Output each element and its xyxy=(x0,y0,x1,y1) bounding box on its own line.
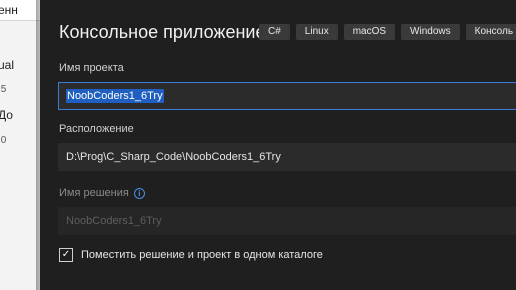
same-directory-option[interactable]: ✓ Поместить решение и проект в одном кат… xyxy=(59,248,323,262)
tag-csharp: C# xyxy=(259,24,290,40)
tag-macos: macOS xyxy=(343,24,396,40)
location-input[interactable]: D:\Prog\C_Sharp_Code\NoobCoders1_6Try xyxy=(58,143,516,171)
tag-console: Консоль xyxy=(465,24,516,40)
tag-linux: Linux xyxy=(295,24,338,40)
project-name-input[interactable]: NoobCoders1_6Try xyxy=(58,82,516,110)
template-tags: C# Linux macOS Windows Консоль xyxy=(259,24,516,40)
background-window-header: енн xyxy=(0,0,40,21)
tag-windows: Windows xyxy=(401,24,460,40)
solution-name-input: NoobCoders1_6Try xyxy=(58,207,516,235)
same-directory-label[interactable]: Поместить решение и проект в одном катал… xyxy=(81,249,323,261)
solution-name-label: Имя решения i xyxy=(59,187,145,199)
page-title: Консольное приложение xyxy=(59,22,266,42)
project-name-value: NoobCoders1_6Try xyxy=(66,89,164,103)
solution-name-label-text: Имя решения xyxy=(59,187,129,199)
background-text: .0 xyxy=(0,135,7,146)
background-text: ual xyxy=(0,58,15,72)
project-name-label: Имя проекта xyxy=(59,62,124,74)
background-text: енн xyxy=(0,3,18,17)
info-icon[interactable]: i xyxy=(133,187,145,199)
background-text: До xyxy=(0,108,13,122)
background-text: .5 xyxy=(0,84,7,95)
background-window: енн ual .5 До .0 xyxy=(0,0,40,290)
configure-project-dialog: Консольное приложение C# Linux macOS Win… xyxy=(40,0,516,290)
same-directory-checkbox[interactable]: ✓ xyxy=(59,248,73,262)
location-label: Расположение xyxy=(59,123,134,135)
